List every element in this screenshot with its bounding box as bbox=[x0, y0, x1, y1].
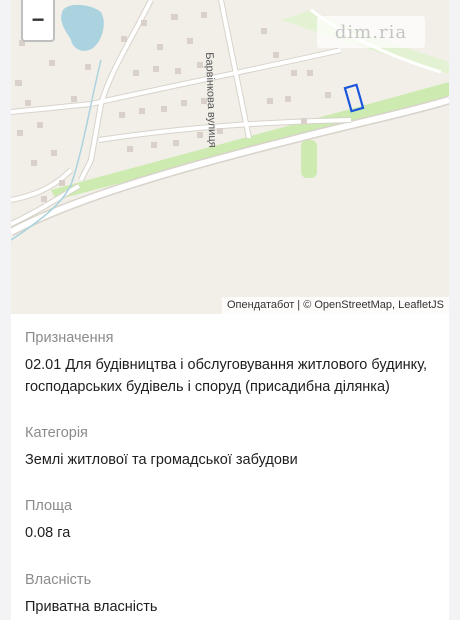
ownership-value: Приватна власність bbox=[25, 599, 158, 615]
ownership-label: Власність bbox=[25, 572, 92, 588]
map-view[interactable]: − dim.ria Барвінкова вулиця Опендатабот … bbox=[11, 0, 449, 314]
purpose-section: Призначення 02.01 Для будівництва і обсл… bbox=[25, 328, 445, 398]
map-attribution[interactable]: Опендатабот | © OpenStreetMap, LeafletJS bbox=[221, 297, 449, 314]
watermark-logo: dim.ria bbox=[317, 16, 425, 48]
category-value: Землі житлової та громадської забудови bbox=[25, 452, 298, 468]
purpose-value: 02.01 Для будівництва і обслуговування ж… bbox=[25, 357, 428, 395]
page: − dim.ria Барвінкова вулиця Опендатабот … bbox=[11, 0, 449, 620]
pond bbox=[61, 4, 104, 51]
category-section: Категорія Землі житлової та громадської … bbox=[25, 423, 445, 471]
category-label: Категорія bbox=[25, 425, 88, 441]
green-patch bbox=[301, 140, 317, 178]
area-value: 0.08 га bbox=[25, 525, 71, 541]
purpose-label: Призначення bbox=[25, 330, 114, 346]
area-label: Площа bbox=[25, 498, 73, 514]
ownership-section: Власність Приватна власність bbox=[25, 570, 445, 618]
zoom-out-button[interactable]: − bbox=[21, 0, 55, 42]
area-section: Площа 0.08 га bbox=[25, 496, 445, 544]
